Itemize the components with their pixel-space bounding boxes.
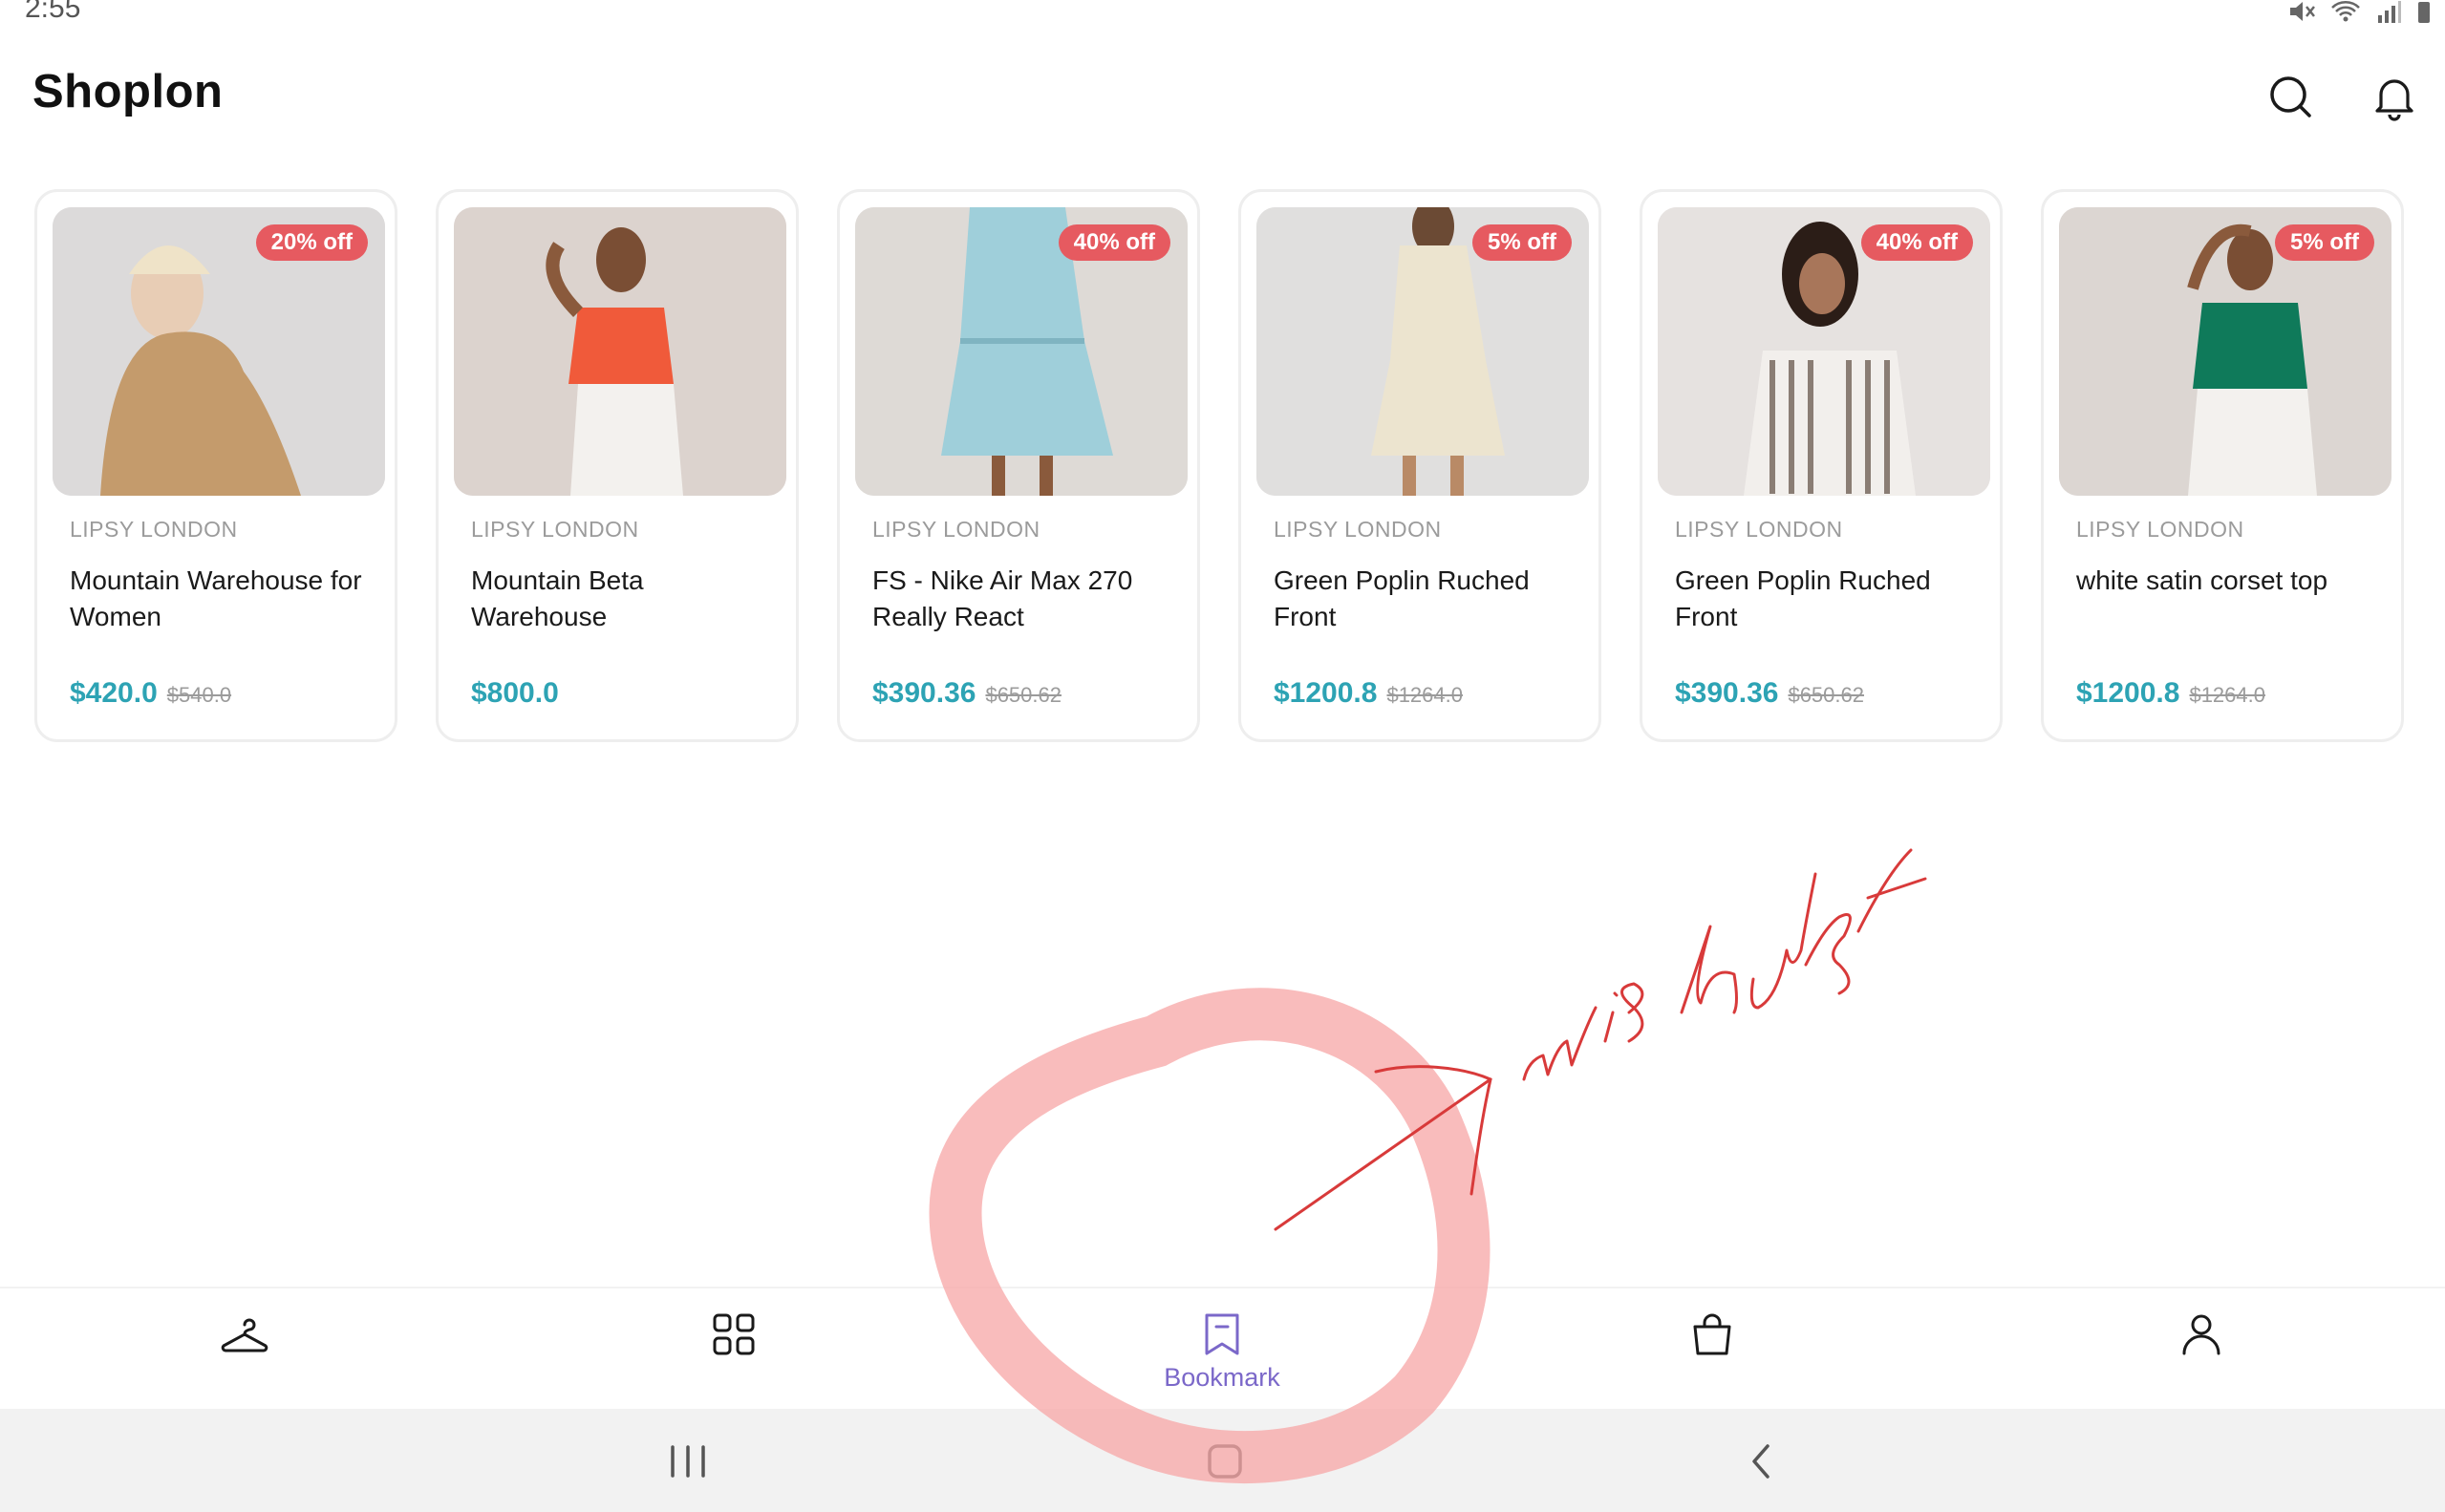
system-nav-bar bbox=[0, 1409, 2445, 1512]
price-line: $1200.8 $1264.0 bbox=[2076, 677, 2265, 710]
product-card[interactable]: 40% off LIPSY LONDON FS - Nike Air Max 2… bbox=[837, 189, 1200, 742]
bell-icon bbox=[2375, 79, 2413, 121]
product-name: Mountain Warehouse for Women bbox=[70, 565, 362, 631]
product-price: $1200.8 bbox=[1274, 677, 1378, 709]
product-brand: LIPSY LONDON bbox=[872, 517, 1040, 542]
nav-item-bookmark-label: Bookmark bbox=[1164, 1363, 1280, 1392]
grid-icon bbox=[713, 1313, 755, 1355]
status-icons bbox=[2288, 0, 2432, 23]
nav-item-profile[interactable] bbox=[2125, 1288, 2278, 1411]
recent-apps-button[interactable] bbox=[659, 1437, 717, 1485]
product-brand: LIPSY LONDON bbox=[471, 517, 639, 542]
product-brand: LIPSY LONDON bbox=[70, 517, 238, 542]
nav-item-bookmark[interactable]: Bookmark bbox=[1146, 1288, 1298, 1411]
nav-item-cart[interactable] bbox=[1636, 1288, 1789, 1411]
product-image: 5% off bbox=[2059, 207, 2391, 496]
product-image: 5% off bbox=[1256, 207, 1589, 496]
product-name: Green Poplin Ruched Front bbox=[1274, 565, 1530, 631]
wifi-icon bbox=[2331, 1, 2360, 22]
bottom-nav: Bookmark bbox=[0, 1287, 2445, 1411]
mute-icon bbox=[2290, 2, 2315, 21]
app-header: Shoplon bbox=[0, 48, 2445, 143]
back-button[interactable] bbox=[1733, 1437, 1791, 1485]
product-old-price: $650.62 bbox=[1788, 683, 1864, 707]
product-image: 40% off bbox=[1658, 207, 1990, 496]
product-old-price: $540.0 bbox=[166, 683, 232, 707]
price-line: $800.0 bbox=[471, 677, 559, 710]
price-line: $390.36 $650.62 bbox=[1675, 677, 1864, 710]
recent-apps-icon bbox=[671, 1445, 705, 1478]
discount-badge: 20% off bbox=[255, 224, 368, 261]
nav-item-shop[interactable] bbox=[168, 1288, 321, 1411]
home-button[interactable] bbox=[1196, 1437, 1254, 1485]
discount-badge: 40% off bbox=[1058, 224, 1170, 261]
bookmark-icon bbox=[1205, 1313, 1239, 1355]
product-card[interactable]: LIPSY LONDON Mountain Beta Warehouse $80… bbox=[436, 189, 799, 742]
product-price: $390.36 bbox=[1675, 677, 1779, 709]
price-line: $390.36 $650.62 bbox=[872, 677, 1062, 710]
product-list: 20% off LIPSY LONDON Mountain Warehouse … bbox=[34, 189, 2413, 748]
product-card[interactable]: 5% off LIPSY LONDON white satin corset t… bbox=[2041, 189, 2404, 742]
product-name: FS - Nike Air Max 270 Really React bbox=[872, 565, 1133, 631]
product-brand: LIPSY LONDON bbox=[1274, 517, 1442, 542]
battery-icon bbox=[2418, 2, 2430, 23]
product-old-price: $650.62 bbox=[985, 683, 1062, 707]
product-price: $1200.8 bbox=[2076, 677, 2180, 709]
signal-icon bbox=[2378, 1, 2401, 23]
nav-item-categories[interactable] bbox=[657, 1288, 810, 1411]
search-icon bbox=[2270, 76, 2311, 117]
bag-icon bbox=[1693, 1313, 1731, 1355]
status-bar: 2:55 bbox=[0, 0, 2445, 38]
product-card[interactable]: 40% off LIPSY LONDON Green Poplin Ruched… bbox=[1640, 189, 2003, 742]
notifications-button[interactable] bbox=[2368, 71, 2421, 124]
product-old-price: $1264.0 bbox=[1386, 683, 1463, 707]
product-image: 20% off bbox=[53, 207, 385, 496]
product-card[interactable]: 5% off LIPSY LONDON Green Poplin Ruched … bbox=[1238, 189, 1601, 742]
discount-badge: 5% off bbox=[2275, 224, 2374, 261]
home-icon bbox=[1208, 1444, 1242, 1479]
product-old-price: $1264.0 bbox=[2189, 683, 2265, 707]
product-price: $420.0 bbox=[70, 677, 158, 709]
annotation-arrow bbox=[1274, 1065, 1492, 1231]
annotation-handwriting bbox=[1522, 848, 1927, 1081]
discount-badge: 5% off bbox=[1472, 224, 1572, 261]
app-title: Shoplon bbox=[32, 66, 224, 117]
status-time: 2:55 bbox=[25, 0, 81, 24]
product-price: $390.36 bbox=[872, 677, 976, 709]
product-name: white satin corset top bbox=[2076, 565, 2328, 595]
product-name: Mountain Beta Warehouse bbox=[471, 565, 644, 631]
product-image: 40% off bbox=[855, 207, 1188, 496]
price-line: $1200.8 $1264.0 bbox=[1274, 677, 1463, 710]
product-price: $800.0 bbox=[471, 677, 559, 709]
product-card[interactable]: 20% off LIPSY LONDON Mountain Warehouse … bbox=[34, 189, 397, 742]
profile-icon bbox=[2182, 1314, 2220, 1355]
product-brand: LIPSY LONDON bbox=[1675, 517, 1843, 542]
discount-badge: 40% off bbox=[1860, 224, 1973, 261]
price-line: $420.0 $540.0 bbox=[70, 677, 231, 710]
back-icon bbox=[1752, 1444, 1769, 1479]
product-image bbox=[454, 207, 786, 496]
hanger-icon bbox=[221, 1318, 268, 1352]
product-name: Green Poplin Ruched Front bbox=[1675, 565, 1931, 631]
search-button[interactable] bbox=[2264, 71, 2318, 124]
product-brand: LIPSY LONDON bbox=[2076, 517, 2244, 542]
